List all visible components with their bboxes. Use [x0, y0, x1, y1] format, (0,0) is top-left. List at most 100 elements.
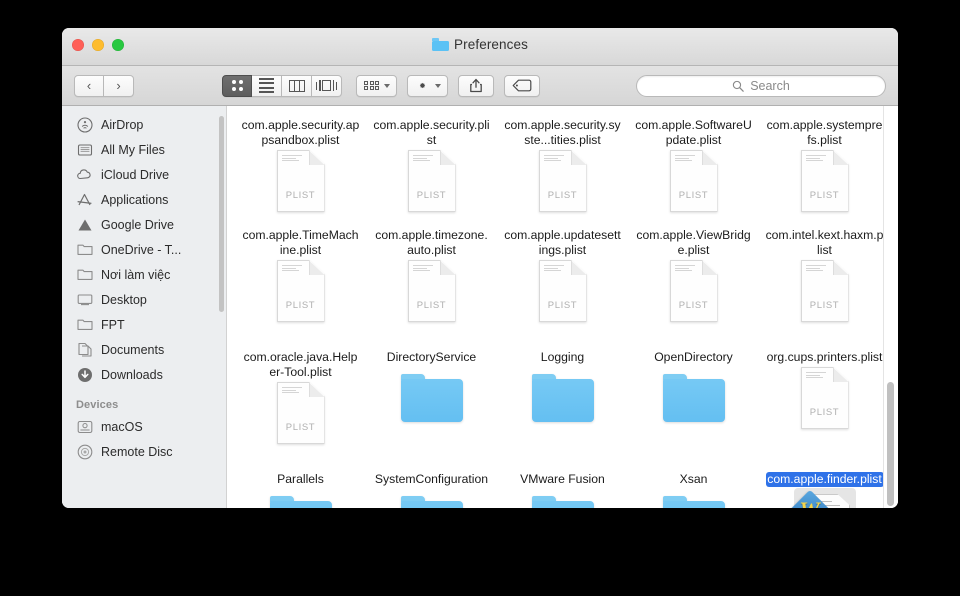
- file-label: com.apple.updatesettings.plist: [504, 228, 622, 258]
- file-label: com.apple.timezone.auto.plist: [373, 228, 491, 258]
- file-icon-slot: [663, 365, 725, 431]
- file-label: Logging: [504, 350, 622, 365]
- action-button[interactable]: [407, 75, 448, 97]
- plist-file-icon: PLIST: [408, 260, 456, 322]
- downloads-icon: [76, 366, 93, 383]
- plist-file-icon: PLIST: [539, 150, 587, 212]
- file-label: com.apple.security.syste...tities.plist: [504, 118, 622, 148]
- column-view-button[interactable]: [282, 75, 312, 97]
- sidebar-item-label: Downloads: [101, 368, 163, 382]
- folder-icon: [76, 241, 93, 258]
- icon-view-button[interactable]: [222, 75, 252, 97]
- sidebar-item-google-drive[interactable]: Google Drive: [62, 212, 226, 237]
- sidebar-item-applications[interactable]: Applications: [62, 187, 226, 212]
- plist-file-icon: PLIST: [408, 150, 456, 212]
- sidebar-item-label: Desktop: [101, 293, 147, 307]
- sidebar-item-remote-disc[interactable]: Remote Disc: [62, 439, 226, 464]
- file-item[interactable]: Parallels: [235, 468, 366, 508]
- file-label: VMware Fusion: [504, 472, 622, 487]
- icloud-icon: [76, 166, 93, 183]
- sidebar-scrollbar[interactable]: [219, 116, 224, 312]
- file-item[interactable]: SystemConfiguration: [366, 468, 497, 508]
- file-label: DirectoryService: [373, 350, 491, 365]
- finder-toolbar: ‹ ›: [62, 66, 898, 106]
- file-kind-label: PLIST: [277, 300, 325, 311]
- sidebar-section-devices: Devices: [62, 387, 226, 414]
- file-label: Xsan: [635, 472, 753, 487]
- file-item[interactable]: com.apple.TimeMachine.plist PLIST: [235, 224, 366, 346]
- file-label: com.apple.finder.plist: [766, 472, 884, 487]
- forward-button[interactable]: ›: [104, 75, 134, 97]
- coverflow-view-button[interactable]: [312, 75, 342, 97]
- all-my-files-icon: [76, 141, 93, 158]
- content-scrollbar-thumb[interactable]: [887, 382, 894, 506]
- sidebar-item-label: OneDrive - T...: [101, 243, 181, 257]
- sidebar-item-noi-lam-viec[interactable]: Nơi làm việc: [62, 262, 226, 287]
- file-item[interactable]: com.apple.systemprefs.plist PLIST: [759, 114, 890, 224]
- file-kind-label: PLIST: [801, 407, 849, 418]
- file-icon-slot: PLIST: [277, 380, 325, 446]
- folder-icon: [270, 496, 332, 508]
- plist-file-icon: PLIST: [670, 150, 718, 212]
- google-drive-icon: [76, 216, 93, 233]
- file-kind-label: PLIST: [539, 190, 587, 201]
- share-button[interactable]: [458, 75, 494, 97]
- file-icon-slot: [401, 487, 463, 508]
- file-kind-label: PLIST: [408, 190, 456, 201]
- search-input[interactable]: Search: [750, 79, 790, 93]
- sidebar-item-macos[interactable]: macOS: [62, 414, 226, 439]
- sidebar-item-label: Google Drive: [101, 218, 174, 232]
- file-item[interactable]: DirectoryService: [366, 346, 497, 468]
- file-item[interactable]: com.apple.security.plist PLIST: [366, 114, 497, 224]
- sidebar-item-downloads[interactable]: Downloads: [62, 362, 226, 387]
- file-kind-label: PLIST: [670, 190, 718, 201]
- file-item[interactable]: OpenDirectory: [628, 346, 759, 468]
- chevron-left-icon: ‹: [87, 79, 91, 92]
- file-item[interactable]: com.intel.kext.haxm.plist PLIST: [759, 224, 890, 346]
- file-icon-slot: PLIST: [408, 258, 456, 324]
- folder-icon: [401, 496, 463, 508]
- file-item[interactable]: Logging: [497, 346, 628, 468]
- sidebar-item-icloud-drive[interactable]: iCloud Drive: [62, 162, 226, 187]
- sidebar-item-fpt[interactable]: FPT: [62, 312, 226, 337]
- file-item[interactable]: com.apple.security.appsandbox.plist PLIS…: [235, 114, 366, 224]
- plist-file-icon: PLIST: [670, 260, 718, 322]
- sidebar-item-desktop[interactable]: Desktop: [62, 287, 226, 312]
- sidebar-item-label: Applications: [101, 193, 168, 207]
- sidebar-item-label: Documents: [101, 343, 164, 357]
- sidebar-item-label: macOS: [101, 420, 143, 434]
- file-grid: com.apple.security.appsandbox.plist PLIS…: [227, 106, 898, 508]
- file-item[interactable]: com.apple.timezone.auto.plist PLIST: [366, 224, 497, 346]
- sidebar-item-all-my-files[interactable]: All My Files: [62, 137, 226, 162]
- file-kind-label: PLIST: [277, 190, 325, 201]
- file-item[interactable]: Xsan: [628, 468, 759, 508]
- file-item[interactable]: VMware Fusion: [497, 468, 628, 508]
- file-item-selected[interactable]: com.apple.finder.plist W: [759, 468, 890, 508]
- sidebar-item-airdrop[interactable]: AirDrop: [62, 112, 226, 137]
- tags-button[interactable]: [504, 75, 540, 97]
- file-item[interactable]: org.cups.printers.plist PLIST: [759, 346, 890, 468]
- content-scrollbar[interactable]: [886, 106, 895, 508]
- window-title-group: Preferences: [62, 37, 898, 52]
- file-kind-label: PLIST: [670, 300, 718, 311]
- folder-icon: [76, 316, 93, 333]
- folder-icon: [532, 374, 594, 422]
- back-button[interactable]: ‹: [74, 75, 104, 97]
- sidebar-item-onedrive[interactable]: OneDrive - T...: [62, 237, 226, 262]
- file-kind-label: PLIST: [801, 190, 849, 201]
- list-view-button[interactable]: [252, 75, 282, 97]
- file-icon-slot: PLIST: [801, 148, 849, 214]
- file-item[interactable]: com.apple.security.syste...tities.plist …: [497, 114, 628, 224]
- search-icon: [732, 80, 744, 92]
- arrange-by-button[interactable]: [356, 75, 397, 97]
- file-item[interactable]: com.apple.updatesettings.plist PLIST: [497, 224, 628, 346]
- sidebar-item-documents[interactable]: Documents: [62, 337, 226, 362]
- gear-icon: [415, 78, 430, 93]
- file-label: com.oracle.java.Helper-Tool.plist: [242, 350, 360, 380]
- sidebar-item-label: AirDrop: [101, 118, 143, 132]
- file-item[interactable]: com.apple.SoftwareUpdate.plist PLIST: [628, 114, 759, 224]
- file-item[interactable]: com.oracle.java.Helper-Tool.plist PLIST: [235, 346, 366, 468]
- search-field[interactable]: Search: [636, 75, 886, 97]
- file-item[interactable]: com.apple.ViewBridge.plist PLIST: [628, 224, 759, 346]
- file-label: Parallels: [242, 472, 360, 487]
